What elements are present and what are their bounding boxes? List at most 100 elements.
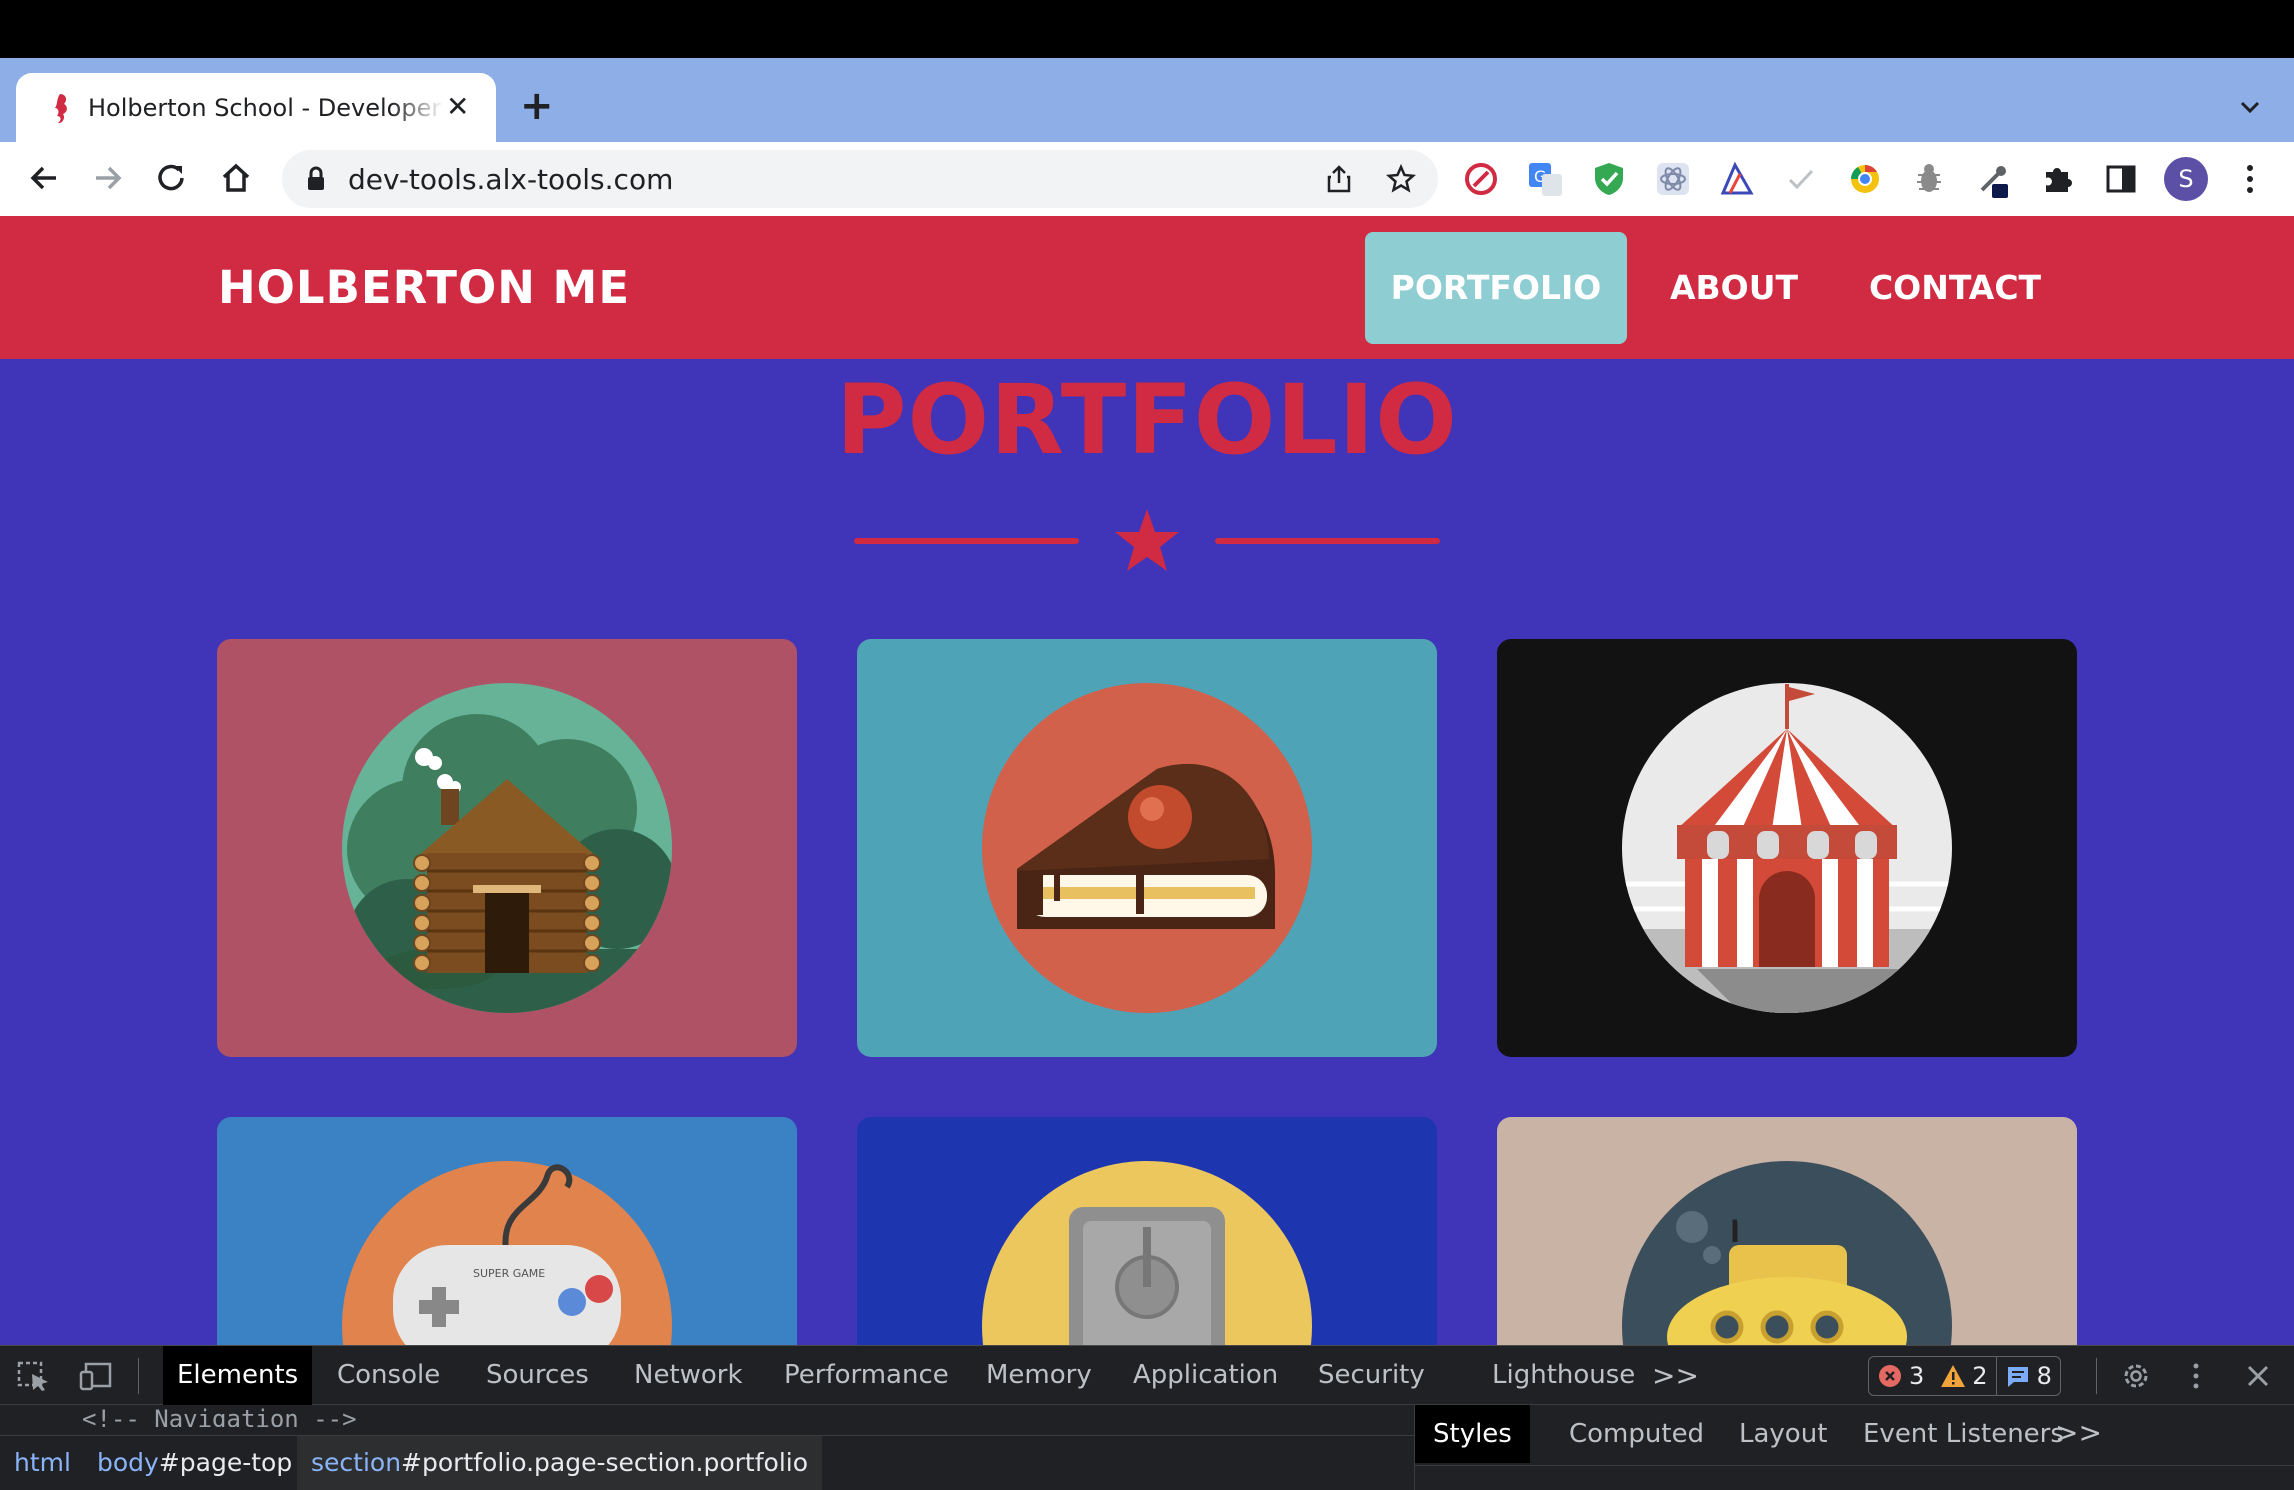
lock-icon[interactable]: [306, 166, 326, 192]
eyedropper-extension-icon[interactable]: [1974, 160, 2012, 198]
svg-text:SUPER GAME: SUPER GAME: [473, 1267, 545, 1280]
safe-icon: [982, 1161, 1312, 1345]
devtools-panel: Elements Console Sources Network Perform…: [0, 1345, 2294, 1490]
portfolio-card-cake[interactable]: [857, 639, 1437, 1057]
side-panel-icon[interactable]: [2102, 160, 2140, 198]
error-icon: [1879, 1365, 1901, 1387]
side-tab-layout[interactable]: Layout: [1721, 1405, 1845, 1463]
inspect-element-icon[interactable]: [16, 1360, 52, 1392]
error-count: 3: [1909, 1362, 1925, 1390]
share-icon[interactable]: [1324, 164, 1354, 194]
portfolio-card-controller[interactable]: SUPER GAME: [217, 1117, 797, 1345]
home-icon[interactable]: [216, 158, 256, 198]
star-divider: [854, 509, 1440, 571]
checkmark-extension-icon[interactable]: [1782, 160, 1820, 198]
dom-comment-node[interactable]: <!-- Navigation -->: [82, 1405, 357, 1427]
error-counter[interactable]: 3: [1869, 1357, 1932, 1395]
url-text[interactable]: dev-tools.alx-tools.com: [348, 164, 673, 196]
breadcrumb-section[interactable]: section#portfolio.page-section.portfolio: [297, 1436, 823, 1490]
side-more-tabs-chevron[interactable]: >>: [2055, 1417, 2102, 1449]
shield-extension-icon[interactable]: [1590, 160, 1628, 198]
tab-search-chevron-icon[interactable]: [2235, 92, 2265, 122]
submarine-icon: [1622, 1161, 1952, 1345]
dom-breadcrumbs: html body#page-top section#portfolio.pag…: [0, 1435, 1414, 1490]
portfolio-card-circus[interactable]: [1497, 639, 2077, 1057]
reload-icon[interactable]: [152, 158, 192, 198]
portfolio-card-cabin[interactable]: [217, 639, 797, 1057]
toolbar-separator: [138, 1358, 139, 1394]
message-counter[interactable]: 8: [1995, 1357, 2060, 1395]
site-brand[interactable]: HOLBERTON ME: [218, 260, 630, 316]
devtools-tab-application[interactable]: Application: [1119, 1346, 1292, 1405]
issue-counters[interactable]: 3 2 8: [1868, 1356, 2061, 1396]
devtools-menu-icon[interactable]: [2178, 1360, 2214, 1392]
side-tab-computed[interactable]: Computed: [1551, 1405, 1722, 1463]
devtools-tab-network[interactable]: Network: [620, 1346, 757, 1405]
site-navbar: HOLBERTON ME PORTFOLIO ABOUT CONTACT: [0, 216, 2294, 359]
browser-tab-strip: Holberton School - Developer tools ✕ +: [0, 58, 2294, 143]
new-tab-icon[interactable]: +: [520, 86, 554, 126]
message-icon: [2007, 1367, 2028, 1387]
measure-extension-icon[interactable]: [1718, 160, 1756, 198]
browser-tab[interactable]: Holberton School - Developer tools ✕: [16, 73, 496, 143]
message-count: 8: [2036, 1362, 2052, 1390]
tab-close-icon[interactable]: ✕: [446, 92, 469, 122]
devtools-tab-memory[interactable]: Memory: [972, 1346, 1106, 1405]
log-cabin-icon: [342, 683, 672, 1013]
side-tab-styles[interactable]: Styles: [1415, 1405, 1530, 1463]
game-controller-icon: SUPER GAME: [342, 1161, 672, 1345]
side-tab-event-listeners[interactable]: Event Listeners: [1845, 1405, 2082, 1463]
nav-link-portfolio[interactable]: PORTFOLIO: [1365, 232, 1627, 344]
warning-counter[interactable]: 2: [1932, 1357, 1995, 1395]
divider-line-right: [1215, 538, 1440, 544]
toolbar-separator: [2096, 1358, 2097, 1394]
nav-link-about[interactable]: ABOUT: [1652, 232, 1816, 344]
browser-toolbar: dev-tools.alx-tools.com G S: [0, 142, 2294, 216]
address-bar[interactable]: dev-tools.alx-tools.com: [282, 150, 1438, 208]
translate-extension-icon[interactable]: G: [1526, 160, 1564, 198]
portfolio-card-safe[interactable]: [857, 1117, 1437, 1345]
settings-gear-icon[interactable]: [2118, 1360, 2154, 1392]
devtools-tab-security[interactable]: Security: [1304, 1346, 1439, 1405]
breadcrumb-body-id: #page-top: [158, 1448, 293, 1477]
seahorse-favicon-icon: [55, 94, 67, 124]
divider-line-left: [854, 538, 1079, 544]
browser-menu-icon[interactable]: [2240, 160, 2260, 198]
more-tabs-chevron[interactable]: >>: [1652, 1360, 1699, 1392]
breadcrumb-body[interactable]: body#page-top: [83, 1436, 306, 1490]
bug-extension-icon[interactable]: [1910, 160, 1948, 198]
back-arrow-icon[interactable]: [24, 158, 64, 198]
device-toolbar-icon[interactable]: [78, 1360, 114, 1392]
close-devtools-icon[interactable]: [2240, 1360, 2276, 1392]
divider-star-icon: [1115, 509, 1179, 571]
breadcrumb-section-tag: section: [311, 1448, 402, 1477]
devtools-tab-lighthouse[interactable]: Lighthouse: [1478, 1346, 1649, 1405]
profile-avatar[interactable]: S: [2164, 157, 2208, 201]
styles-side-panel: Styles Computed Layout Event Listeners >…: [1414, 1405, 2294, 1490]
devtools-tab-elements[interactable]: Elements: [163, 1346, 313, 1405]
warning-count: 2: [1972, 1362, 1988, 1390]
bookmark-star-icon[interactable]: [1386, 164, 1416, 194]
breadcrumb-section-selector: #portfolio.page-section.portfolio: [401, 1448, 809, 1477]
devtools-tab-console[interactable]: Console: [323, 1346, 454, 1405]
tab-title: Holberton School - Developer tools: [88, 94, 444, 122]
react-extension-icon[interactable]: [1654, 160, 1692, 198]
devtools-tab-sources[interactable]: Sources: [472, 1346, 603, 1405]
devtools-tab-bar: Elements Console Sources Network Perform…: [0, 1345, 2294, 1405]
breadcrumb-html[interactable]: html: [0, 1436, 85, 1490]
devtools-tab-performance[interactable]: Performance: [770, 1346, 963, 1405]
section-title: PORTFOLIO: [836, 364, 1458, 476]
forward-arrow-icon[interactable]: [88, 158, 128, 198]
breadcrumb-body-tag: body: [97, 1448, 159, 1477]
warning-icon: [1941, 1365, 1966, 1387]
portfolio-section: PORTFOLIO SUPER GAME: [0, 359, 2294, 1345]
block-extension-icon[interactable]: [1462, 160, 1500, 198]
portfolio-card-submarine[interactable]: [1497, 1117, 2077, 1345]
cake-slice-icon: [982, 683, 1312, 1013]
chrome-extension-icon[interactable]: [1846, 160, 1884, 198]
nav-link-contact[interactable]: CONTACT: [1856, 232, 2054, 344]
extensions-puzzle-icon[interactable]: [2038, 160, 2076, 198]
screen-top-bar: [0, 0, 2294, 58]
styles-filter-input[interactable]: [1415, 1465, 2294, 1490]
screen: { "browser": { "tab_title": "Holberton S…: [0, 0, 2294, 1490]
